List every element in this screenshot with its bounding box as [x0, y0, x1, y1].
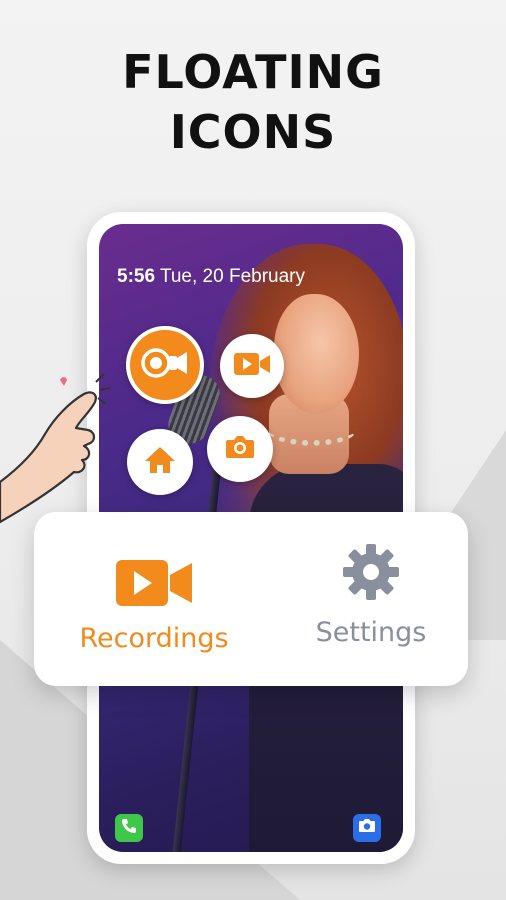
headline-line-2: ICONS	[169, 105, 337, 159]
video-camera-icon	[233, 352, 271, 381]
video-camera-icon	[114, 558, 194, 613]
settings-label: Settings	[315, 617, 427, 648]
pointing-hand-illustration	[0, 372, 111, 532]
screen-recorder-icon	[139, 346, 191, 385]
headline-line-1: FLOATING	[122, 45, 384, 99]
dock-camera-button[interactable]	[353, 814, 381, 842]
lockscreen-clock: 5:56 Tue, 20 February	[117, 266, 305, 288]
floating-home-button[interactable]	[127, 429, 193, 495]
recordings-button[interactable]: Recordings	[54, 512, 254, 686]
floating-screenshot-button[interactable]	[207, 416, 273, 482]
settings-button[interactable]: Settings	[286, 512, 456, 686]
dock-phone-button[interactable]	[115, 814, 143, 842]
floating-record-button[interactable]	[126, 326, 204, 404]
home-icon	[144, 445, 176, 480]
recordings-label: Recordings	[79, 623, 229, 654]
camera-icon	[358, 818, 376, 838]
headline: FLOATING ICONS	[0, 42, 506, 162]
wallpaper-face	[274, 294, 359, 414]
wallpaper-necklace	[267, 412, 357, 446]
gear-icon	[341, 542, 401, 607]
clock-date: Tue, 20 February	[159, 266, 306, 287]
action-card: Recordings Settings	[34, 512, 468, 686]
camera-icon	[225, 434, 255, 465]
phone-icon	[121, 818, 137, 839]
clock-time: 5:56	[117, 266, 156, 287]
floating-video-button[interactable]	[220, 334, 284, 398]
